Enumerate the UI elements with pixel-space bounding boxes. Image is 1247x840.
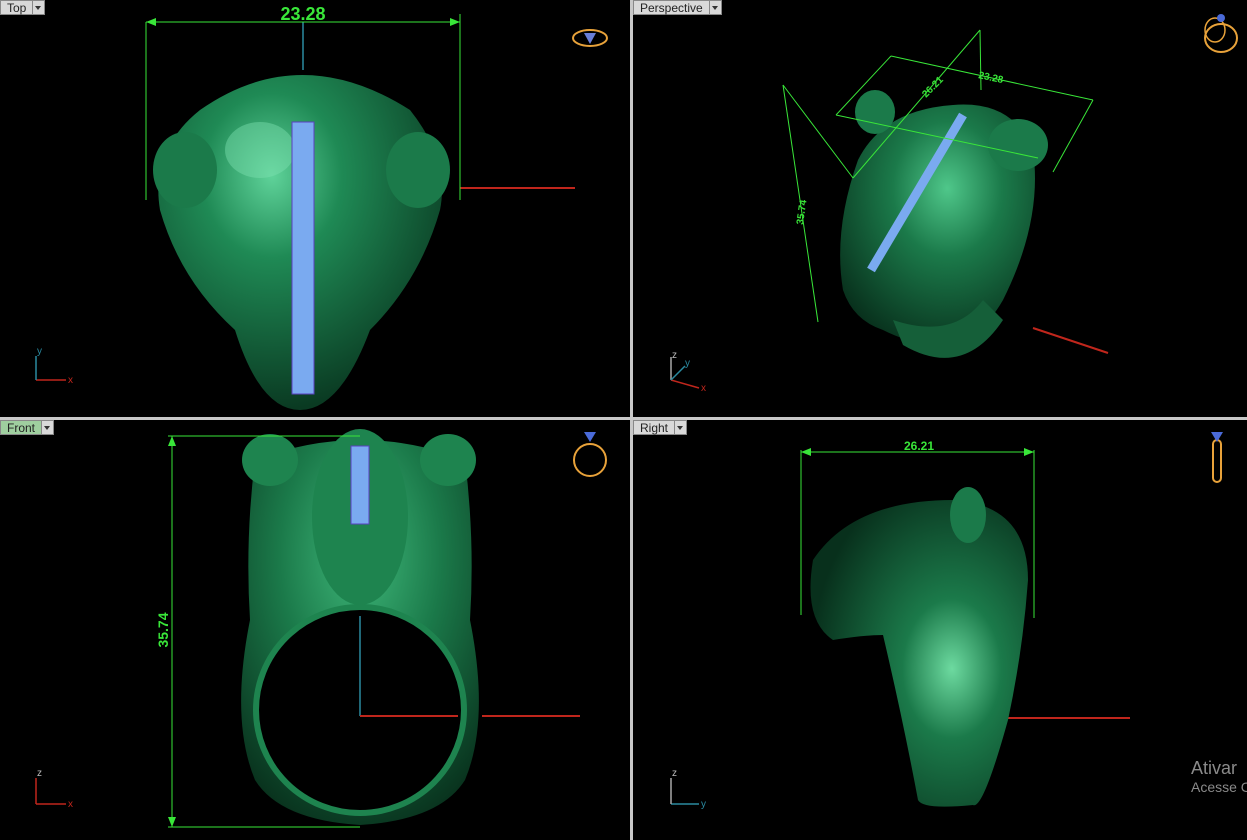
dimension-label: 26.21: [904, 439, 934, 453]
red-axis-line: [1032, 327, 1109, 354]
viewport-dropdown-icon[interactable]: [675, 420, 688, 435]
top-viewport[interactable]: Top 23.28 x y: [0, 0, 630, 417]
viewport-label-top[interactable]: Top: [0, 0, 46, 15]
axis-y-label: y: [701, 799, 706, 810]
axis-gizmo: y z: [670, 768, 706, 810]
gem-strip[interactable]: [350, 445, 370, 525]
right-viewport[interactable]: Right 26.21 y z Ativar Acesse C: [633, 420, 1247, 840]
axis-gizmo: x y: [35, 346, 73, 386]
viewport-name[interactable]: Right: [633, 420, 676, 435]
axis-z-label: z: [672, 768, 677, 779]
perspective-viewport[interactable]: Perspective 26.21 23.28 35.74 x y z: [633, 0, 1247, 417]
axis-z-label: z: [37, 768, 42, 779]
gem-strip[interactable]: [291, 121, 315, 395]
watermark-line2: Acesse C: [1191, 779, 1247, 795]
viewport-label-perspective[interactable]: Perspective: [633, 0, 722, 15]
dimension-label-width: 23.28: [977, 70, 1004, 86]
axis-x-label: x: [68, 375, 73, 386]
viewport-grid: Top 23.28 x y Perspective 26.21 23.28 35…: [0, 0, 1247, 840]
axis-x-label: x: [68, 799, 73, 810]
axis-gizmo: x y z: [670, 350, 706, 394]
front-view-canvas[interactable]: 35.74 x z: [0, 420, 630, 840]
lion-ring-side-model[interactable]: [810, 487, 1029, 807]
viewport-dropdown-icon[interactable]: [709, 0, 722, 15]
axis-x-label: x: [701, 383, 706, 394]
ring-top-view-icon: [572, 29, 608, 47]
dimension-label-height: 35.74: [795, 199, 809, 226]
viewport-name[interactable]: Top: [0, 0, 34, 15]
viewport-label-front[interactable]: Front: [0, 420, 55, 435]
top-view-canvas[interactable]: 23.28 x y: [0, 0, 630, 417]
perspective-view-canvas[interactable]: 26.21 23.28 35.74 x y z: [633, 0, 1247, 417]
axis-y-label: y: [685, 358, 690, 369]
ring-perspective-view-icon: [1204, 14, 1238, 53]
axis-gizmo: x z: [35, 768, 73, 810]
axis-z-label: z: [672, 350, 677, 361]
ring-side-view-icon: [1211, 432, 1223, 483]
viewport-name[interactable]: Front: [0, 420, 43, 435]
activation-watermark: Ativar Acesse C: [1191, 758, 1247, 795]
axis-y-label: y: [37, 346, 42, 357]
dimension-label: 35.74: [155, 612, 171, 647]
ring-front-view-icon: [573, 432, 607, 477]
lion-ring-model[interactable]: [840, 90, 1048, 358]
dimension-label-depth: 26.21: [920, 74, 946, 100]
front-viewport[interactable]: Front 35.74 x z: [0, 420, 630, 840]
right-view-canvas[interactable]: 26.21 y z: [633, 420, 1247, 840]
watermark-line1: Ativar: [1191, 758, 1238, 778]
dimension-label: 23.28: [280, 4, 325, 24]
viewport-label-right[interactable]: Right: [633, 420, 688, 435]
viewport-name[interactable]: Perspective: [633, 0, 710, 15]
viewport-dropdown-icon[interactable]: [33, 0, 46, 15]
viewport-dropdown-icon[interactable]: [42, 420, 55, 435]
